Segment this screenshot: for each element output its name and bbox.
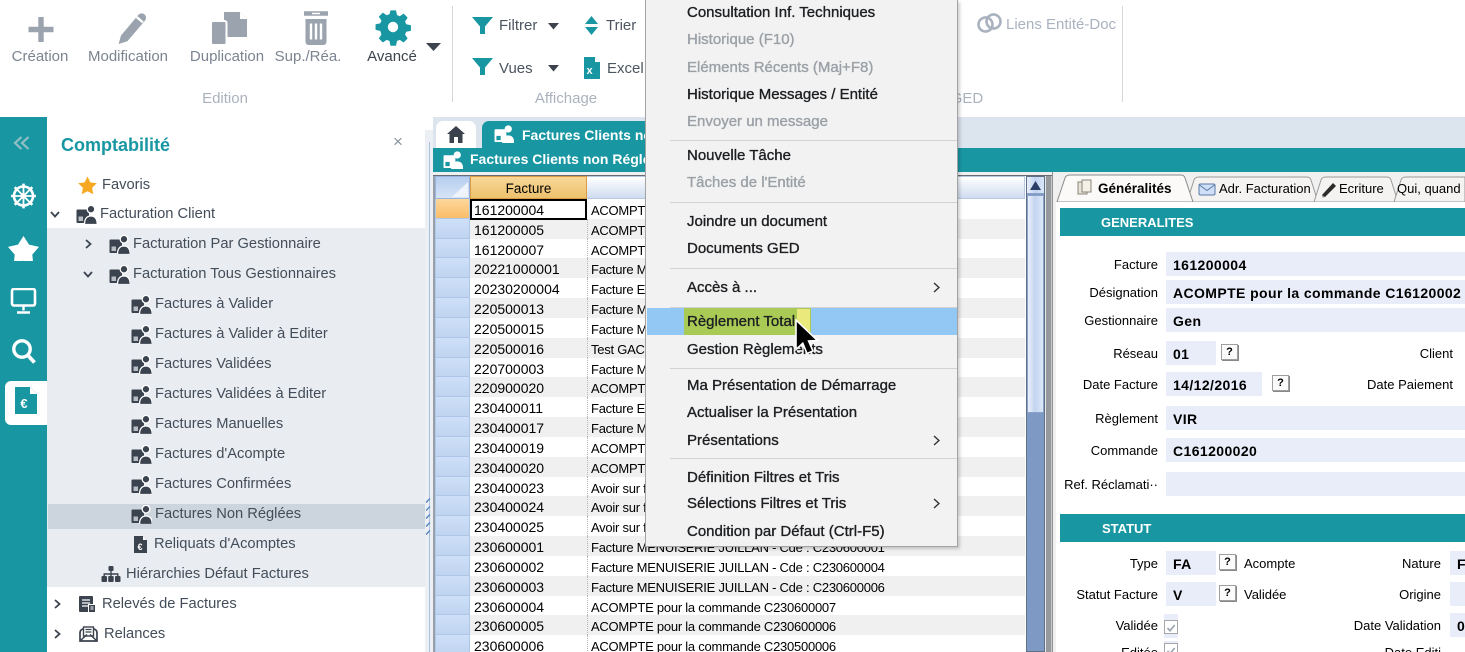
svg-text:€: € (137, 542, 142, 552)
svg-text:Qui, quand: Qui, quand (1397, 181, 1461, 196)
svg-text:Adr. Facturation: Adr. Facturation (1219, 181, 1311, 196)
svg-text:Ecriture: Ecriture (1339, 181, 1384, 196)
svg-text:€: € (20, 396, 27, 411)
svg-text:Généralités: Généralités (1098, 181, 1172, 196)
svg-text:x: x (586, 65, 593, 77)
